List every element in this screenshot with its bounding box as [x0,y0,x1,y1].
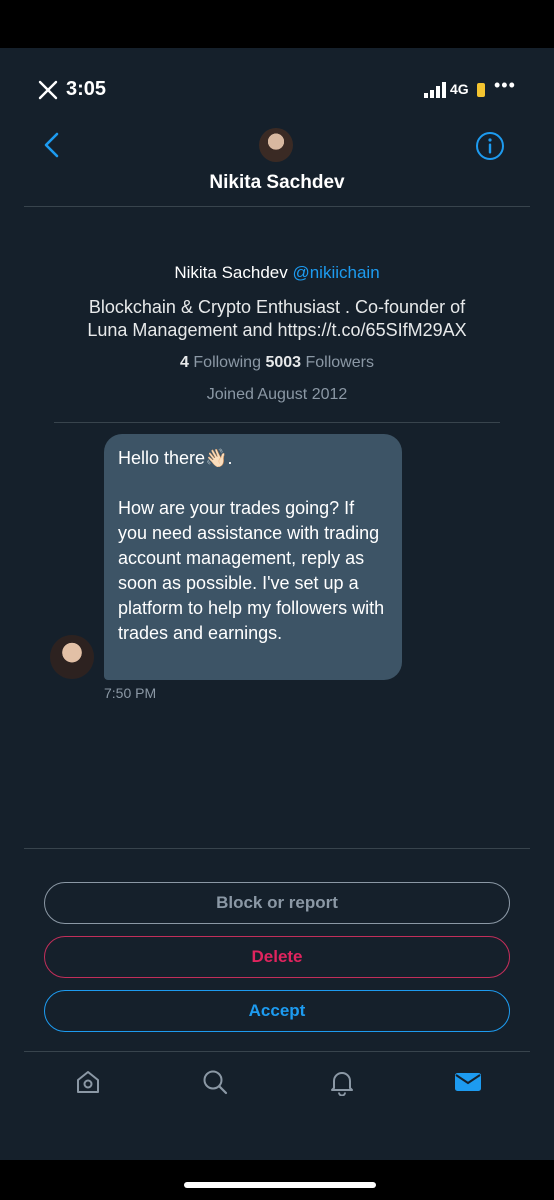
message-time: 7:50 PM [104,685,157,701]
top-frame [0,0,554,48]
block-or-report-button[interactable]: Block or report [44,882,510,924]
joined-date: Joined August 2012 [206,386,348,403]
following-label[interactable]: Following [193,354,261,371]
bottom-frame [0,1160,554,1200]
profile-summary: Nikita Sachdev @nikiichain Blockchain & … [0,262,554,404]
actions-divider [24,848,530,849]
network-type: 4G [450,81,469,97]
bio-line-1: Blockchain & Crypto Enthusiast . Co-foun… [88,297,466,317]
profile-divider [54,422,500,423]
search-icon[interactable] [201,1068,229,1096]
profile-name-line: Nikita Sachdev @nikiichain [0,262,554,284]
bio-line-2[interactable]: Luna Management and https://t.co/65SIfM2… [0,319,554,342]
delete-button[interactable]: Delete [44,936,510,978]
messages-icon[interactable] [454,1068,482,1096]
profile-name[interactable]: Nikita Sachdev [174,263,287,282]
message-body: How are your trades going? If you need a… [118,498,385,643]
conversation-header: Nikita Sachdev [0,120,554,206]
profile-handle[interactable]: @nikiichain [292,263,379,282]
info-icon[interactable] [475,131,505,161]
more-icon[interactable]: ••• [494,75,516,96]
message-greeting: Hello there👋🏻. [118,448,233,468]
tab-bar [0,1052,554,1112]
header-title: Nikita Sachdev [209,172,345,193]
notifications-icon[interactable] [328,1068,356,1096]
back-icon[interactable] [42,132,62,158]
header-divider [24,206,530,207]
status-bar: 3:05 4G ••• [0,70,554,110]
following-count: 4 [180,354,189,371]
profile-stats: 4 Following 5003 Followers [0,354,554,372]
accept-button[interactable]: Accept [44,990,510,1032]
followers-label[interactable]: Followers [305,354,373,371]
close-icon[interactable] [38,80,58,100]
home-indicator[interactable] [184,1182,376,1188]
header-avatar[interactable] [259,128,293,162]
signal-icon [424,82,446,98]
status-time: 3:05 [66,78,107,100]
message-bubble[interactable]: Hello there👋🏻. How are your trades going… [104,434,402,680]
sender-avatar[interactable] [50,635,94,679]
profile-bio: Blockchain & Crypto Enthusiast . Co-foun… [0,296,554,342]
followers-count: 5003 [265,354,302,371]
home-icon[interactable] [74,1068,102,1096]
battery-icon [477,83,485,97]
